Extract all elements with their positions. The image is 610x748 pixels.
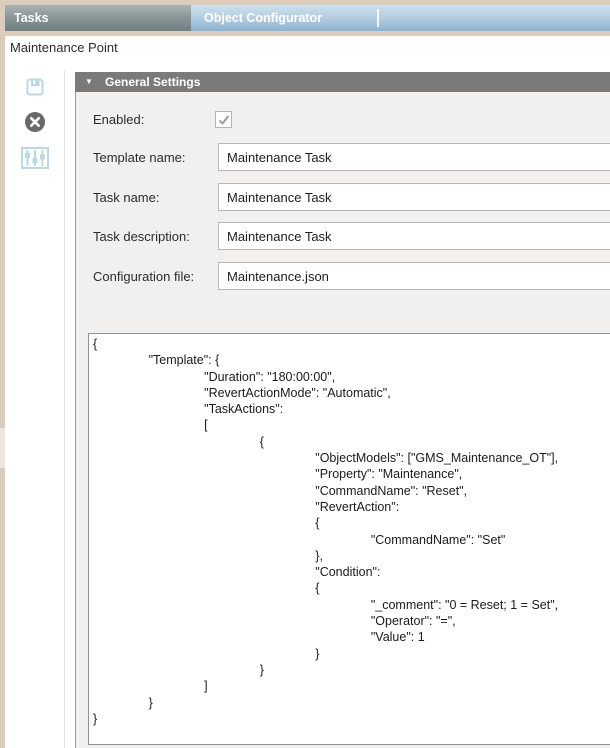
configuration-file-input[interactable] (218, 262, 610, 290)
code-line: "Condition": (93, 564, 610, 580)
code-line: "Operator": "=", (93, 613, 610, 629)
code-line: { (93, 580, 610, 596)
template-name-label: Template name: (93, 150, 186, 165)
general-settings-body: Enabled: Template name: Task name: Task … (75, 92, 610, 748)
code-line: ] (93, 678, 610, 694)
code-line: } (93, 646, 610, 662)
code-line: [ (93, 417, 610, 433)
sliders-icon (21, 158, 49, 173)
code-line: "Template": { (93, 352, 610, 368)
code-line: "Duration": "180:00:00", (93, 369, 610, 385)
json-config-editor[interactable]: { "Template": { "Duration": "180:00:00",… (88, 333, 610, 745)
splitter-handle[interactable] (0, 428, 5, 468)
code-line: "Value": 1 (93, 629, 610, 645)
general-settings-title: General Settings (105, 72, 200, 92)
cancel-icon (24, 121, 46, 136)
page-title: Maintenance Point (10, 40, 118, 55)
code-line: "RevertActionMode": "Automatic", (93, 385, 610, 401)
configuration-file-label: Configuration file: (93, 269, 194, 284)
code-line: } (93, 662, 610, 678)
app-window: Tasks Object Configurator Maintenance Po… (0, 0, 610, 748)
code-line: "TaskActions": (93, 401, 610, 417)
code-line: }, (93, 548, 610, 564)
code-line: "CommandName": "Set" (93, 532, 610, 548)
code-line: "_comment": "0 = Reset; 1 = Set", (93, 597, 610, 613)
general-settings-group: ▼ General Settings Enabled: Template nam… (75, 72, 610, 748)
cancel-button[interactable] (24, 111, 46, 133)
left-edge-strip (0, 36, 5, 748)
code-line: "RevertAction": (93, 499, 610, 515)
tab-bar: Tasks Object Configurator (0, 0, 610, 36)
collapse-caret-icon[interactable]: ▼ (85, 72, 93, 92)
code-line: { (93, 434, 610, 450)
save-button[interactable] (25, 77, 45, 97)
enabled-checkbox[interactable] (215, 111, 232, 128)
code-line: { (93, 336, 610, 352)
code-line: "CommandName": "Reset", (93, 483, 610, 499)
task-description-input[interactable] (218, 222, 610, 250)
template-name-input[interactable] (218, 143, 610, 171)
general-settings-header[interactable]: ▼ General Settings (75, 72, 610, 92)
code-line: } (93, 695, 610, 711)
task-name-input[interactable] (218, 183, 610, 211)
save-icon (25, 85, 45, 100)
code-line: } (93, 711, 610, 727)
code-line: "Property": "Maintenance", (93, 466, 610, 482)
tab-strip: Tasks Object Configurator (5, 5, 610, 31)
code-editor-content: { "Template": { "Duration": "180:00:00",… (93, 336, 610, 727)
task-description-label: Task description: (93, 229, 190, 244)
enabled-label: Enabled: (93, 112, 144, 127)
toolbar-separator (64, 70, 65, 748)
filter-settings-button[interactable] (21, 146, 49, 170)
tab-separator (377, 9, 379, 27)
tab-tasks[interactable]: Tasks (5, 5, 191, 31)
code-line: { (93, 515, 610, 531)
code-line: "ObjectModels": ["GMS_Maintenance_OT"], (93, 450, 610, 466)
tab-object-configurator[interactable]: Object Configurator (204, 5, 322, 31)
task-name-label: Task name: (93, 190, 159, 205)
